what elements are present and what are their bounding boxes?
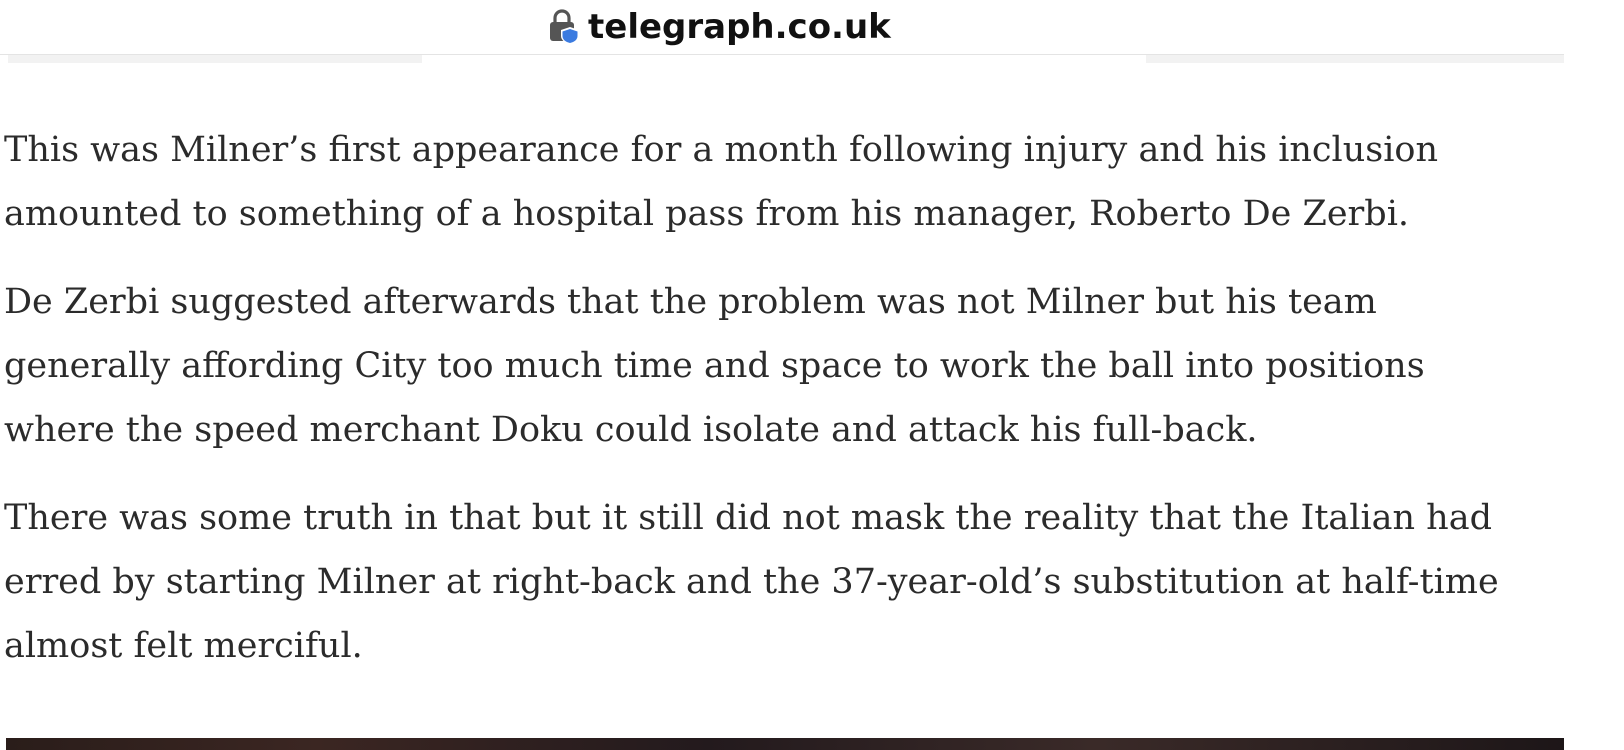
divider-strip-right [1146, 55, 1564, 63]
article-body: This was Milner’s first appearance for a… [4, 118, 1564, 702]
divider-strip-left [8, 55, 422, 63]
url-display[interactable]: telegraph.co.uk [548, 6, 891, 48]
lock-shield-icon [548, 9, 580, 45]
article-paragraph-1: This was Milner’s first appearance for a… [4, 130, 1439, 234]
address-bar[interactable]: telegraph.co.uk [0, 0, 1624, 55]
article-paragraph-3: There was some truth in that but it stil… [4, 498, 1499, 666]
article-paragraph-2: De Zerbi suggested afterwards that the p… [4, 282, 1425, 450]
page-margin [1564, 54, 1624, 750]
article-image [6, 738, 1564, 750]
domain-label: telegraph.co.uk [588, 7, 891, 47]
